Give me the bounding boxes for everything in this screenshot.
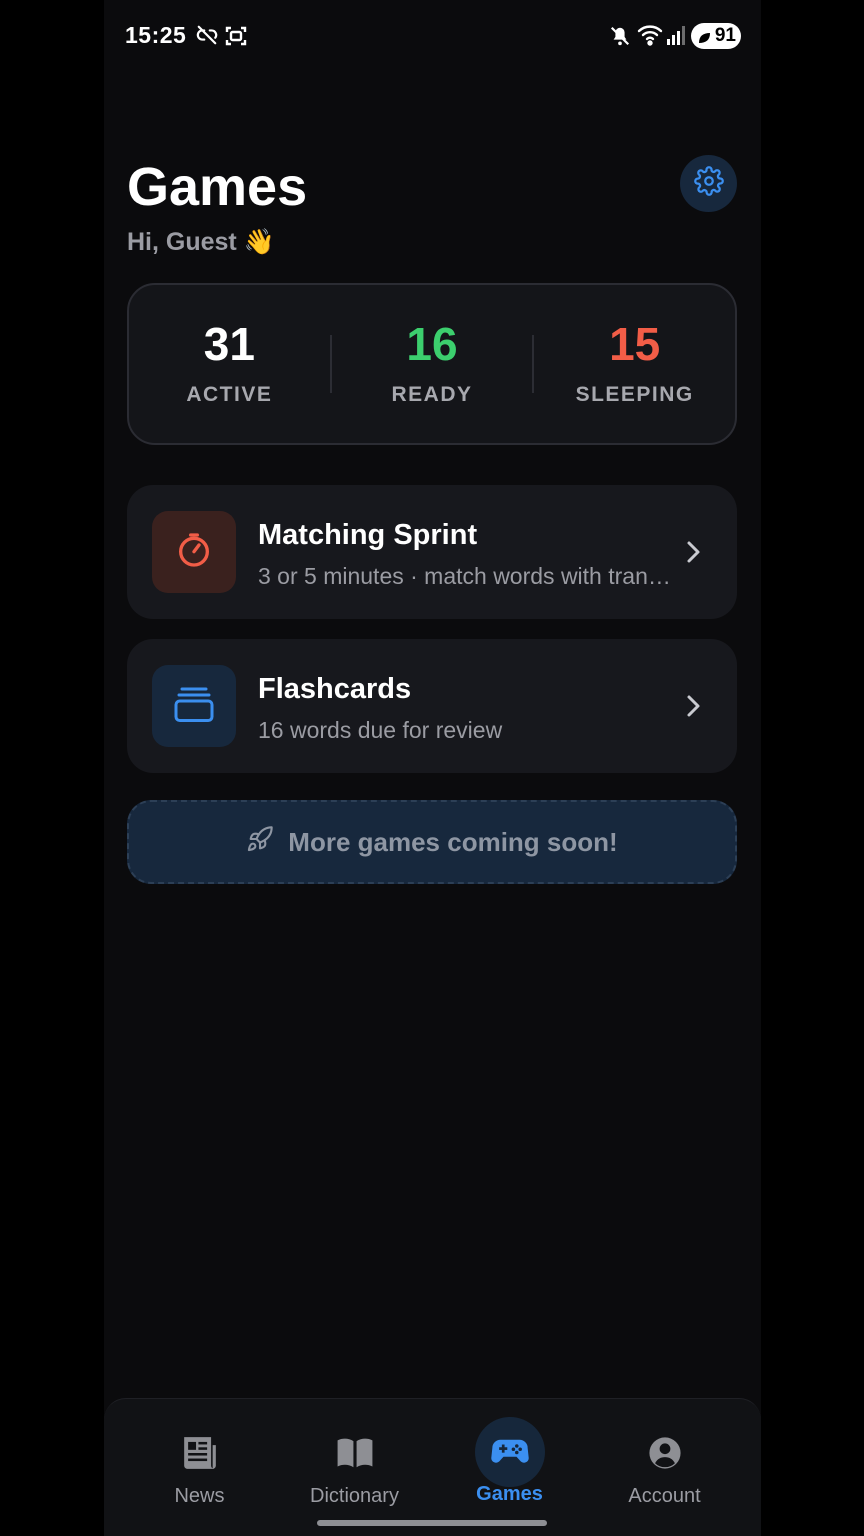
stat-label: ACTIVE: [186, 383, 273, 406]
game-subtitle: 3 or 5 minutes · match words with transl…: [258, 563, 678, 589]
bottom-nav: News Dictionary Games Account: [104, 1398, 761, 1536]
stat-value: 31: [203, 318, 255, 370]
stat-ready: 16 READY: [332, 321, 533, 407]
stat-label: READY: [391, 383, 473, 406]
game-title: Flashcards: [258, 673, 412, 705]
stat-value: 15: [609, 318, 661, 370]
mute-icon: [609, 24, 631, 53]
home-indicator[interactable]: [317, 1520, 547, 1526]
nav-label: Dictionary: [310, 1485, 399, 1507]
game-icon-box: [152, 511, 236, 593]
game-card-matching-sprint[interactable]: Matching Sprint 3 or 5 minutes · match w…: [127, 485, 737, 619]
book-icon: [321, 1421, 389, 1485]
stats-card: 31 ACTIVE 16 READY 15 SLEEPING: [127, 283, 737, 445]
signal-icon: [666, 24, 686, 51]
gear-icon: [693, 166, 724, 201]
chevron-right-icon: [684, 693, 702, 724]
stat-label: SLEEPING: [575, 383, 694, 406]
chevron-right-icon: [684, 539, 702, 570]
gamepad-icon: [474, 1417, 545, 1487]
game-title: Matching Sprint: [258, 519, 478, 551]
rocket-icon: [246, 825, 274, 860]
link-off-icon: [196, 24, 218, 51]
settings-button[interactable]: [680, 155, 737, 212]
nav-item-account[interactable]: Account: [587, 1399, 742, 1509]
nav-item-news[interactable]: News: [122, 1399, 277, 1509]
nav-label: Games: [476, 1483, 543, 1505]
page-title: Games: [127, 157, 308, 217]
status-bar: 15:25 91: [104, 0, 761, 72]
nav-label: News: [174, 1485, 225, 1507]
stat-active: 31 ACTIVE: [129, 321, 330, 407]
battery-icon: 91: [691, 23, 741, 49]
app-screen: 15:25 91 Games Hi, Guest 👋 31 ACTIVE 16 …: [104, 0, 761, 1536]
account-icon: [631, 1421, 699, 1485]
game-subtitle: 16 words due for review: [258, 717, 503, 743]
coming-soon-text: More games coming soon!: [288, 826, 618, 857]
stat-value: 16: [406, 318, 458, 370]
game-card-flashcards[interactable]: Flashcards 16 words due for review: [127, 639, 737, 773]
game-icon-box: [152, 665, 236, 747]
coming-soon-banner: More games coming soon!: [127, 800, 737, 884]
stat-sleeping: 15 SLEEPING: [534, 321, 735, 407]
nav-item-dictionary[interactable]: Dictionary: [277, 1399, 432, 1509]
screenshot-icon: [224, 24, 248, 53]
wifi-icon: [637, 24, 663, 51]
newspaper-icon: [166, 1421, 234, 1485]
battery-level: 91: [714, 25, 736, 46]
cards-icon: [173, 684, 215, 729]
nav-label: Account: [628, 1485, 701, 1507]
leaf-icon: [697, 29, 711, 51]
timer-icon: [174, 530, 214, 575]
nav-item-games[interactable]: Games: [432, 1399, 587, 1509]
status-time: 15:25: [125, 22, 187, 48]
greeting: Hi, Guest 👋: [127, 228, 275, 256]
